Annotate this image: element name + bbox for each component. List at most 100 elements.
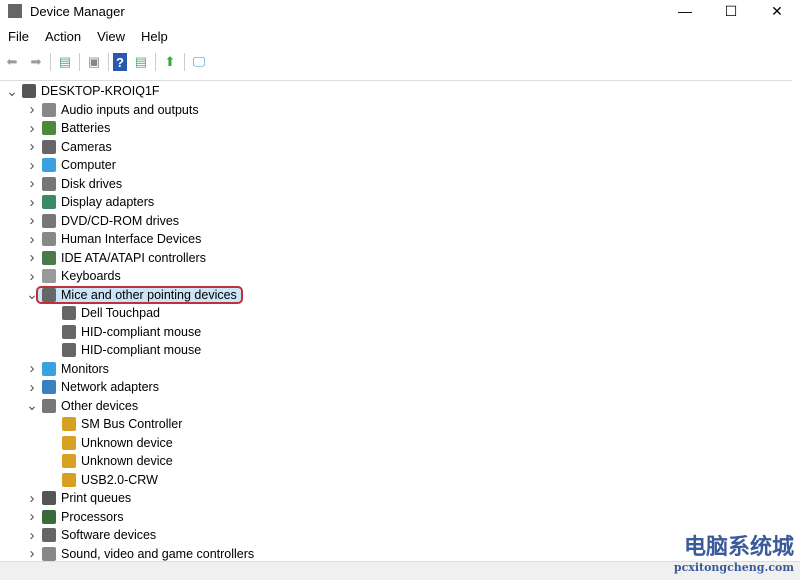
tree-item[interactable]: › IDE ATA/ATAPI controllers — [26, 249, 206, 267]
tree-item[interactable]: Dell Touchpad — [46, 304, 160, 322]
tree-item-label: Computer — [61, 158, 116, 172]
chevron-right-icon[interactable]: › — [26, 490, 38, 507]
chevron-right-icon[interactable]: › — [26, 545, 38, 562]
tree-item[interactable]: › Processors — [26, 508, 124, 526]
properties-icon[interactable]: ▤ — [55, 53, 75, 71]
chevron-right-icon[interactable]: › — [26, 157, 38, 174]
device-icon — [42, 361, 56, 376]
help-icon[interactable]: ? — [113, 53, 127, 71]
tree-item[interactable]: USB2.0-CRW — [46, 471, 158, 489]
device-icon — [42, 213, 56, 228]
device-icon — [62, 417, 76, 431]
tree-item-label: Unknown device — [81, 454, 173, 468]
tree-item[interactable]: › Monitors — [26, 360, 109, 378]
tree-item-label: Software devices — [61, 528, 157, 542]
tree-item-label: DVD/CD-ROM drives — [61, 213, 180, 228]
tree-item[interactable]: › Display adapters — [26, 193, 155, 211]
maximize-button[interactable]: ☐ — [708, 0, 754, 22]
menu-view[interactable]: View — [89, 27, 133, 46]
chevron-right-icon[interactable]: › — [26, 249, 38, 266]
chevron-right-icon[interactable]: › — [26, 379, 38, 396]
tree-item-label: Human Interface Devices — [61, 232, 202, 246]
minimize-button[interactable]: — — [662, 0, 708, 22]
device-icon — [42, 195, 56, 209]
tree-item[interactable]: › Batteries — [26, 119, 111, 137]
watermark: 电脑系统城 pcxitongcheng.com — [674, 529, 794, 574]
chevron-right-icon[interactable]: › — [26, 138, 38, 155]
chevron-down-icon[interactable]: ⌄ — [26, 286, 38, 303]
chevron-right-icon[interactable]: › — [26, 360, 38, 377]
tree-item-label: Dell Touchpad — [81, 306, 160, 320]
tree-item[interactable]: › Print queues — [26, 489, 132, 507]
chevron-right-icon[interactable]: › — [26, 212, 38, 229]
device-tree[interactable]: ⌄ DESKTOP-KROIQ1F › Audio inputs and output… — [0, 80, 792, 562]
device-icon — [42, 546, 56, 561]
tree-item[interactable]: › Keyboards — [26, 267, 121, 285]
device-icon — [42, 121, 56, 135]
chevron-right-icon[interactable]: › — [26, 194, 38, 211]
device-icon — [22, 84, 36, 98]
menu-bar: File Action View Help — [0, 27, 176, 46]
tree-item-label: Display adapters — [61, 195, 155, 209]
tree-item[interactable]: HID-compliant mouse — [46, 323, 201, 341]
menu-help[interactable]: Help — [133, 27, 176, 46]
menu-file[interactable]: File — [0, 27, 37, 46]
device-icon — [42, 509, 56, 524]
tree-item[interactable]: › Computer — [26, 156, 116, 174]
tree-item-label: Keyboards — [61, 269, 121, 283]
device-icon — [42, 250, 56, 265]
toolbar: ⬅ ➡ ▤ ▣ ? ▤ ⬆ 🖵 — [2, 50, 209, 74]
tree-item-label: SM Bus Controller — [81, 417, 183, 431]
tree-item[interactable]: › Human Interface Devices — [26, 230, 202, 248]
tree-item-label: Sound, video and game controllers — [61, 546, 255, 561]
tree-item[interactable]: › Cameras — [26, 138, 112, 156]
tree-item-label: Network adapters — [61, 380, 159, 394]
tree-item[interactable]: ⌄ Other devices — [26, 397, 138, 415]
tree-item[interactable]: HID-compliant mouse — [46, 341, 201, 359]
chevron-right-icon[interactable]: › — [26, 101, 38, 118]
update-driver-icon[interactable]: ⬆ — [160, 53, 180, 71]
tree-item[interactable]: SM Bus Controller — [46, 415, 182, 433]
device-icon — [42, 398, 56, 413]
device-icon — [42, 269, 56, 283]
chevron-right-icon[interactable]: › — [26, 175, 38, 192]
chevron-right-icon[interactable]: › — [26, 508, 38, 525]
tree-item-label: Audio inputs and outputs — [61, 102, 199, 117]
scan-hardware-icon[interactable]: 🖵 — [189, 53, 209, 71]
chevron-right-icon[interactable]: › — [26, 120, 38, 137]
show-hide-icon[interactable]: ▣ — [84, 53, 104, 71]
chevron-right-icon[interactable]: › — [26, 268, 38, 285]
tree-item[interactable]: Unknown device — [46, 434, 173, 452]
action-pane-icon[interactable]: ▤ — [131, 53, 151, 71]
tree-item[interactable]: ⌄ Mice and other pointing devices — [26, 285, 243, 304]
tree-item-label: DESKTOP-KROIQ1F — [41, 84, 160, 98]
tree-item-label: Print queues — [61, 491, 132, 505]
chevron-right-icon[interactable]: › — [26, 231, 38, 248]
tree-item[interactable]: › DVD/CD-ROM drives — [26, 212, 180, 230]
separator — [50, 53, 51, 71]
menu-action[interactable]: Action — [37, 27, 89, 46]
device-manager-icon — [8, 4, 22, 18]
tree-item[interactable]: › Disk drives — [26, 175, 123, 193]
tree-item[interactable]: Unknown device — [46, 452, 173, 470]
chevron-right-icon[interactable]: › — [26, 527, 38, 544]
device-icon — [62, 435, 76, 450]
back-icon[interactable]: ⬅ — [2, 53, 22, 71]
tree-item-label: USB2.0-CRW — [81, 472, 158, 487]
tree-item[interactable]: › Software devices — [26, 526, 157, 544]
tree-item[interactable]: ⌄ DESKTOP-KROIQ1F — [6, 82, 160, 100]
tree-item-label: Mice and other pointing devices — [61, 287, 237, 302]
device-icon — [42, 528, 56, 542]
tree-item-label: Disk drives — [61, 176, 123, 191]
close-button[interactable]: ✕ — [754, 0, 800, 22]
chevron-down-icon[interactable]: ⌄ — [26, 397, 38, 414]
forward-icon[interactable]: ➡ — [26, 53, 46, 71]
tree-item[interactable]: › Sound, video and game controllers — [26, 545, 255, 562]
watermark-cn: 电脑系统城 — [683, 534, 794, 559]
tree-item-label: HID-compliant mouse — [81, 343, 202, 357]
separator — [108, 53, 109, 71]
tree-item[interactable]: › Audio inputs and outputs — [26, 101, 199, 119]
tree-item[interactable]: › Network adapters — [26, 378, 159, 396]
tree-item-label: Batteries — [61, 121, 111, 135]
chevron-down-icon[interactable]: ⌄ — [6, 83, 18, 100]
